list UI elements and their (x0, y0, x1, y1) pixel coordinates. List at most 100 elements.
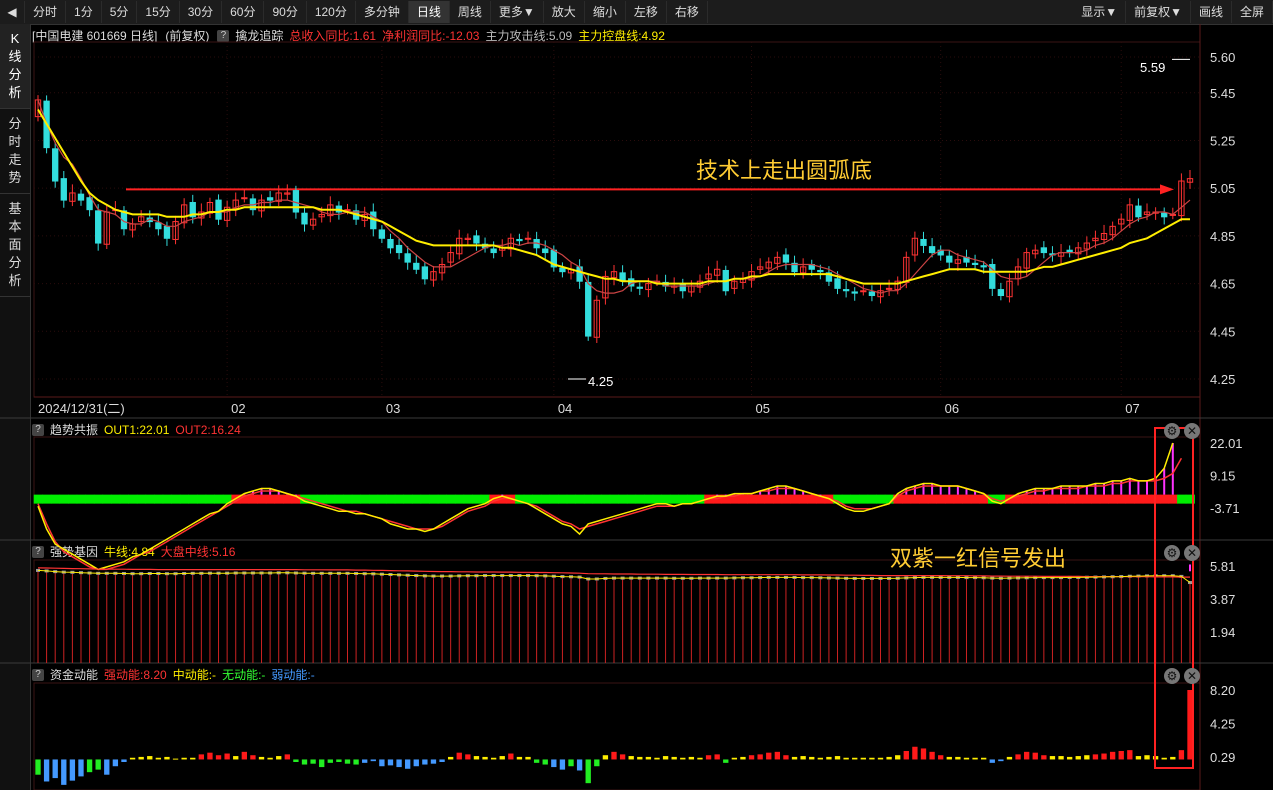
trend-band (841, 494, 852, 504)
y-tick-label: 4.45 (1210, 324, 1235, 339)
trend-band (583, 494, 594, 504)
trend-band (205, 494, 215, 504)
trend-band (669, 494, 680, 504)
fund-bar (611, 751, 617, 760)
trend-band (532, 494, 542, 504)
fund-bar (86, 759, 93, 773)
candle-body (95, 210, 102, 244)
trend-band (145, 494, 155, 504)
y-tick-label: 0.29 (1210, 750, 1235, 765)
fund-bar (233, 756, 239, 760)
trend-band (635, 494, 645, 504)
gear-icon[interactable]: ⚙ (1164, 668, 1180, 684)
fund-bar (903, 750, 909, 760)
trend-band (50, 494, 61, 504)
fund-bar (757, 754, 763, 760)
fund-bar (1058, 756, 1064, 760)
fund-bar (69, 759, 76, 781)
trend-band (592, 494, 602, 504)
close-icon[interactable]: ✕ (1184, 668, 1200, 684)
candle-body (868, 291, 876, 297)
candle-body (155, 222, 162, 230)
fund-bar (1092, 754, 1099, 760)
trend-band (1048, 494, 1058, 504)
trend-band (136, 494, 147, 504)
fund-bar (1187, 690, 1193, 760)
fund-bar (662, 756, 669, 760)
fund-bar (482, 756, 488, 760)
fund-bar (155, 757, 162, 760)
trend-band (326, 494, 336, 504)
candle-body (404, 253, 411, 263)
fund-bar (981, 757, 987, 760)
fund-bar (1049, 756, 1056, 760)
trend-band (1099, 494, 1109, 504)
candle-body (980, 265, 987, 268)
fund-bar (551, 759, 557, 768)
fund-bar (912, 746, 918, 760)
trend-band (1091, 494, 1101, 504)
trend-band (162, 494, 172, 504)
fund-bar (250, 755, 256, 760)
candle-body (215, 199, 222, 220)
fund-bar (164, 756, 170, 760)
panel-frame (33, 436, 1201, 541)
month-label: 03 (386, 401, 400, 416)
candle-body (413, 262, 420, 270)
fund-bar (697, 757, 703, 760)
fund-bar (396, 759, 402, 768)
trend-band (463, 494, 473, 504)
candle-body (585, 281, 592, 337)
fund-bar (628, 756, 634, 760)
trend-band (738, 494, 748, 504)
candle-body (971, 262, 979, 266)
trend-band (850, 494, 860, 504)
candle-body (542, 248, 549, 254)
y-tick-label: 9.15 (1210, 469, 1235, 484)
trend-band (575, 494, 585, 504)
trend-band (33, 494, 43, 504)
y-tick-label: 1.94 (1210, 625, 1235, 640)
fund-bar (1170, 756, 1176, 760)
fund-bar (619, 754, 626, 760)
chart-canvas[interactable]: 5.60 5.45 5.25 5.05 4.85 4.65 4.45 4.25 02 03 04 05… (0, 0, 1273, 790)
fund-bar (456, 752, 462, 760)
fund-bar (1032, 752, 1038, 760)
gear-icon[interactable]: ⚙ (1164, 423, 1180, 439)
fund-bar (1066, 756, 1073, 760)
candle-body (77, 193, 85, 201)
trend-band (360, 494, 370, 504)
trend-band (446, 494, 456, 504)
candle-body (473, 235, 480, 244)
trend-band (558, 494, 568, 504)
trend-band (1134, 494, 1144, 504)
gear-icon[interactable]: ⚙ (1164, 545, 1180, 561)
y-tick-label: 4.25 (1210, 372, 1235, 387)
candle-body (266, 197, 274, 201)
fund-bar (319, 759, 325, 768)
fund-bar (362, 759, 368, 763)
fund-bar (490, 757, 497, 760)
fund-bar (43, 759, 50, 782)
close-icon[interactable]: ✕ (1184, 545, 1200, 561)
trend-band (76, 494, 86, 504)
candle-body (292, 190, 300, 213)
fund-bar (834, 756, 841, 760)
candle-body (928, 246, 936, 254)
trend-band (1056, 494, 1066, 504)
trend-band (394, 494, 404, 504)
candle-body (559, 267, 566, 273)
trend-band (85, 494, 95, 504)
trend-band (764, 494, 774, 504)
close-icon[interactable]: ✕ (1184, 423, 1200, 439)
fund-bar (972, 757, 978, 760)
fund-bar (869, 757, 875, 760)
fund-bar (774, 751, 781, 760)
fund-bar (680, 757, 686, 760)
trend-band (609, 494, 619, 504)
fund-bar (843, 757, 849, 760)
trend-band (368, 494, 379, 504)
candle-body (679, 283, 686, 292)
y-tick-label: 4.65 (1210, 277, 1235, 292)
fund-bar (52, 759, 58, 779)
